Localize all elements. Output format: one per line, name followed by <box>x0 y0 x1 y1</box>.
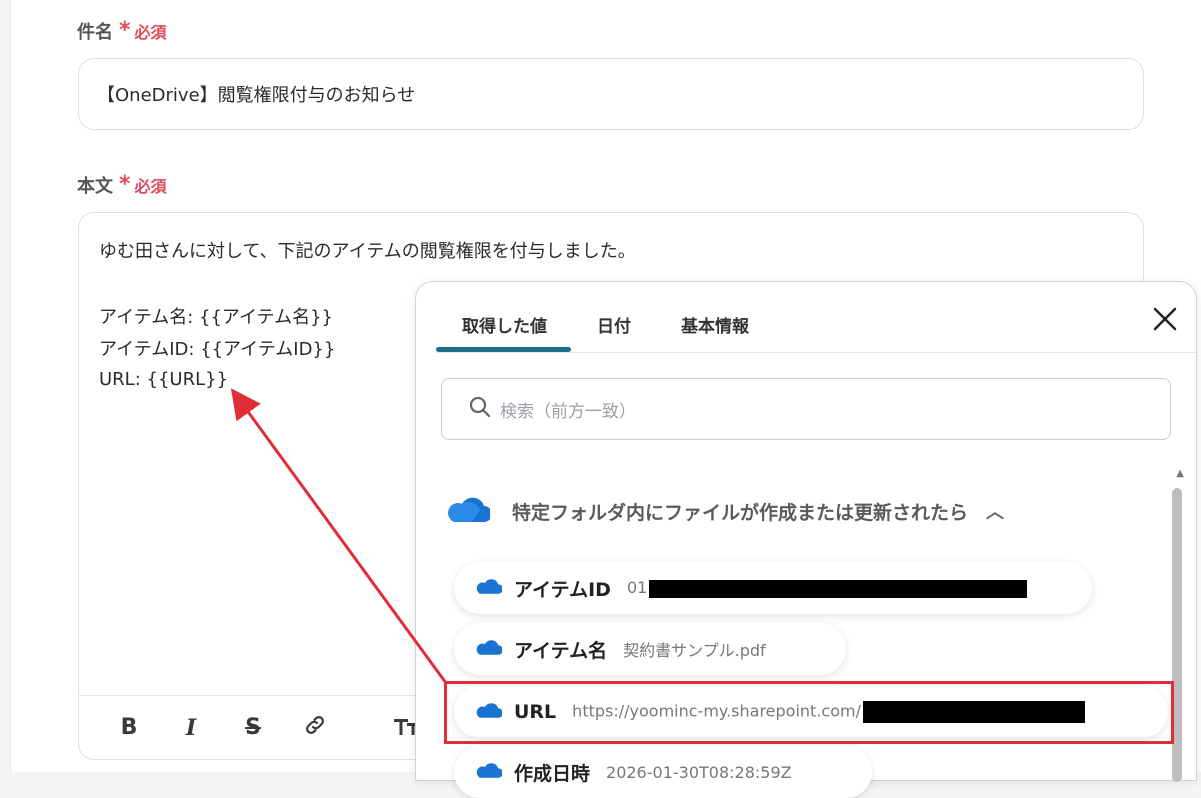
value-item-item-id[interactable]: アイテムID 01 <box>454 562 1092 614</box>
value-item-created-at[interactable]: 作成日時 2026-01-30T08:28:59Z <box>454 746 872 798</box>
popup-tabs: 取得した値 日付 基本情報 <box>436 282 773 352</box>
item-name: アイテムID <box>514 578 611 601</box>
required-badge: 必須 <box>134 23 167 42</box>
chevron-up-icon[interactable]: ︿ <box>986 498 1004 524</box>
body-line: アイテムID: {{アイテムID}} <box>99 339 336 360</box>
item-value: 契約書サンプル.pdf <box>623 641 766 660</box>
tab-basic-info[interactable]: 基本情報 <box>655 282 773 352</box>
body-line: ゆむ田さんに対して、下記のアイテムの閲覧権限を付与しました。 <box>99 241 636 262</box>
body-label: 本文 * 必須 <box>77 172 167 198</box>
search-icon <box>468 395 492 423</box>
search-placeholder: 検索（前方一致） <box>500 401 636 422</box>
url-highlight-box <box>444 681 1174 744</box>
required-asterisk: * <box>119 18 131 43</box>
subject-input[interactable]: 【OneDrive】閲覧権限付与のお知らせ <box>78 58 1144 130</box>
body-line: URL: {{URL}} <box>99 369 229 390</box>
redaction-bar <box>649 579 1028 598</box>
value-item-item-name[interactable]: アイテム名 契約書サンプル.pdf <box>454 623 846 675</box>
subject-label-text: 件名 <box>77 22 113 43</box>
bold-button[interactable]: B <box>113 715 145 740</box>
tab-acquired-values[interactable]: 取得した値 <box>436 282 571 352</box>
required-badge: 必須 <box>134 177 167 196</box>
scroll-up-icon[interactable]: ▲ <box>1176 468 1184 479</box>
close-icon[interactable] <box>1150 306 1180 336</box>
subject-value: 【OneDrive】閲覧権限付与のお知らせ <box>97 85 416 106</box>
strikethrough-button[interactable]: S <box>237 715 269 740</box>
item-value: 01 <box>627 578 1028 598</box>
tab-divider <box>436 352 1196 353</box>
subject-label: 件名 * 必須 <box>77 18 167 44</box>
item-value: 2026-01-30T08:28:59Z <box>606 762 792 782</box>
onedrive-icon <box>474 577 503 599</box>
tab-date[interactable]: 日付 <box>571 282 655 352</box>
link-icon[interactable] <box>299 713 331 743</box>
section-title: 特定フォルダ内にファイルが作成または更新されたら <box>512 501 969 524</box>
item-name: アイテム名 <box>514 639 608 662</box>
body-line: アイテム名: {{アイテム名}} <box>99 307 333 328</box>
body-label-text: 本文 <box>77 176 113 197</box>
italic-button[interactable]: I <box>175 715 207 741</box>
onedrive-icon <box>474 638 503 660</box>
onedrive-icon <box>474 761 503 783</box>
item-name: 作成日時 <box>514 762 591 785</box>
search-input[interactable]: 検索（前方一致） <box>441 378 1171 440</box>
section-header[interactable]: 特定フォルダ内にファイルが作成または更新されたら ︿ <box>444 494 1004 528</box>
required-asterisk: * <box>119 172 131 197</box>
onedrive-icon <box>444 494 492 528</box>
